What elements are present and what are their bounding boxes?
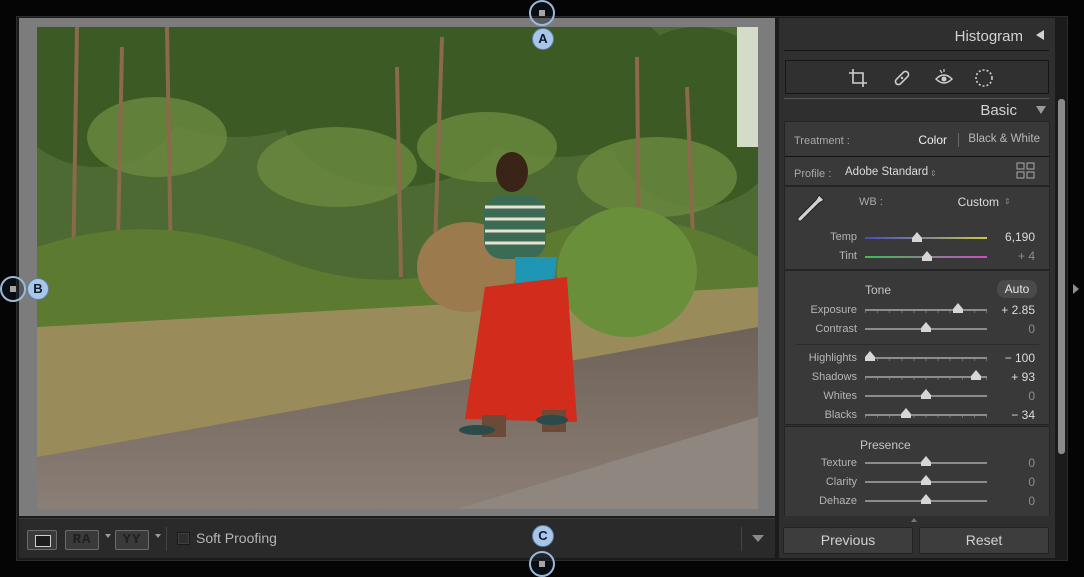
soft-proofing-checkbox[interactable] bbox=[177, 532, 190, 545]
temp-label: Temp bbox=[830, 231, 857, 243]
highlights-value[interactable]: − 100 bbox=[985, 351, 1035, 365]
bottom-panel-toggle-handle[interactable] bbox=[529, 551, 555, 577]
blacks-slider-thumb[interactable] bbox=[901, 408, 912, 418]
highlights-track[interactable] bbox=[865, 357, 987, 359]
clarity-slider-thumb[interactable] bbox=[921, 475, 931, 485]
exposure-track[interactable] bbox=[865, 309, 987, 311]
wb-eyedropper-icon[interactable] bbox=[795, 192, 827, 224]
clarity-label: Clarity bbox=[825, 476, 857, 488]
marker-a: A bbox=[532, 28, 554, 50]
before-after-split-button[interactable]: YY bbox=[115, 530, 149, 550]
exposure-value[interactable]: + 2.85 bbox=[985, 303, 1035, 317]
temp-value[interactable]: 6,190 bbox=[985, 230, 1035, 244]
tool-strip bbox=[785, 60, 1049, 94]
dehaze-value[interactable]: 0 bbox=[985, 494, 1035, 508]
shadows-slider-thumb[interactable] bbox=[971, 370, 982, 380]
contrast-slider-thumb[interactable] bbox=[921, 322, 931, 332]
divider bbox=[785, 156, 1049, 157]
toolbar-divider bbox=[741, 527, 742, 551]
before-after-lr-dropdown-icon[interactable] bbox=[105, 534, 111, 538]
left-panel-toggle-handle[interactable] bbox=[0, 276, 26, 302]
reset-button[interactable]: Reset bbox=[919, 527, 1049, 554]
top-panel-toggle-handle[interactable] bbox=[529, 0, 555, 26]
wb-select[interactable]: Custom bbox=[945, 195, 999, 209]
marker-c: C bbox=[532, 525, 554, 547]
profile-select[interactable]: Adobe Standard bbox=[845, 166, 940, 178]
loupe-view-button[interactable] bbox=[27, 530, 57, 550]
blacks-label: Blacks bbox=[824, 409, 857, 421]
tone-title: Tone bbox=[865, 283, 892, 297]
presence-section: Presence Texture 0 Clarity 0 Dehaze 0 bbox=[784, 426, 1050, 516]
before-after-lr-label: RA bbox=[72, 532, 92, 548]
photo-viewport bbox=[19, 18, 775, 516]
white-balance-section: WB : Custom ⇕ Temp 6,190 Tint + 4 bbox=[784, 186, 1050, 270]
healing-icon[interactable] bbox=[892, 68, 912, 88]
red-eye-icon[interactable] bbox=[934, 68, 954, 88]
exposure-slider-thumb[interactable] bbox=[952, 303, 963, 313]
basic-expand-icon[interactable] bbox=[1036, 106, 1046, 114]
texture-value[interactable]: 0 bbox=[985, 456, 1035, 470]
auto-tone-button[interactable]: Auto bbox=[997, 280, 1037, 298]
crop-icon[interactable] bbox=[848, 68, 868, 88]
toolbar-divider bbox=[166, 527, 167, 551]
presence-title: Presence bbox=[860, 438, 911, 452]
panel-end-marker-icon bbox=[911, 518, 917, 522]
right-panel: Histogram Basic Treatment : Color Black … bbox=[779, 18, 1055, 558]
tint-value[interactable]: + 4 bbox=[985, 249, 1035, 263]
tone-section: Tone Auto Exposure + 2.85 Contrast 0 Hig… bbox=[784, 270, 1050, 425]
whites-value[interactable]: 0 bbox=[985, 389, 1035, 403]
texture-slider-thumb[interactable] bbox=[921, 456, 931, 466]
blacks-value[interactable]: − 34 bbox=[985, 408, 1035, 422]
soft-proofing-label: Soft Proofing bbox=[196, 530, 277, 546]
treatment-profile-section: Treatment : Color Black & White Profile … bbox=[784, 121, 1050, 186]
divider bbox=[784, 50, 1049, 51]
highlights-slider-thumb[interactable] bbox=[864, 351, 875, 361]
previous-button[interactable]: Previous bbox=[783, 527, 913, 554]
whites-slider-thumb[interactable] bbox=[921, 389, 931, 399]
basic-title[interactable]: Basic bbox=[980, 102, 1017, 119]
wb-label: WB : bbox=[859, 196, 883, 208]
texture-label: Texture bbox=[820, 457, 857, 469]
treatment-color-option[interactable]: Color bbox=[913, 133, 947, 147]
photo-image bbox=[37, 27, 758, 509]
before-after-lr-button[interactable]: RA bbox=[65, 530, 99, 550]
contrast-value[interactable]: 0 bbox=[985, 322, 1035, 336]
blacks-track[interactable] bbox=[865, 414, 987, 416]
profile-select-chevron-icon[interactable]: ⇕ bbox=[930, 169, 937, 178]
histogram-title[interactable]: Histogram bbox=[955, 28, 1023, 45]
photo[interactable] bbox=[37, 27, 758, 509]
marker-b: B bbox=[27, 278, 49, 300]
tint-label: Tint bbox=[839, 250, 857, 262]
profile-label: Profile : bbox=[794, 168, 832, 180]
shadows-label: Shadows bbox=[811, 371, 857, 383]
tint-slider-thumb[interactable] bbox=[922, 251, 933, 261]
masking-icon[interactable] bbox=[974, 68, 994, 88]
temp-slider-thumb[interactable] bbox=[912, 232, 923, 242]
shadows-track[interactable] bbox=[865, 376, 987, 378]
clarity-value[interactable]: 0 bbox=[985, 475, 1035, 489]
whites-label: Whites bbox=[823, 390, 857, 402]
histogram-collapse-icon[interactable] bbox=[1036, 30, 1044, 40]
treatment-label: Treatment : bbox=[794, 135, 850, 147]
contrast-label: Contrast bbox=[815, 323, 857, 335]
treatment-divider bbox=[958, 133, 959, 147]
right-panel-toggle-icon[interactable] bbox=[1073, 284, 1079, 294]
exposure-label: Exposure bbox=[810, 304, 857, 316]
temp-track[interactable] bbox=[865, 237, 987, 239]
panel-scrollbar-thumb[interactable] bbox=[1058, 99, 1065, 454]
before-after-split-dropdown-icon[interactable] bbox=[155, 534, 161, 538]
divider bbox=[795, 344, 1039, 345]
shadows-value[interactable]: + 93 bbox=[985, 370, 1035, 384]
toolbar: RA YY Soft Proofing bbox=[19, 518, 775, 558]
dehaze-label: Dehaze bbox=[819, 495, 857, 507]
before-after-split-label: YY bbox=[122, 532, 142, 548]
divider bbox=[784, 98, 1049, 99]
treatment-bw-option[interactable]: Black & White bbox=[965, 133, 1040, 145]
dehaze-slider-thumb[interactable] bbox=[921, 494, 931, 504]
profile-browser-icon[interactable] bbox=[1016, 162, 1036, 180]
highlights-label: Highlights bbox=[808, 352, 857, 364]
toolbar-menu-icon[interactable] bbox=[752, 535, 764, 542]
wb-select-chevron-icon[interactable]: ⇕ bbox=[1004, 197, 1011, 206]
